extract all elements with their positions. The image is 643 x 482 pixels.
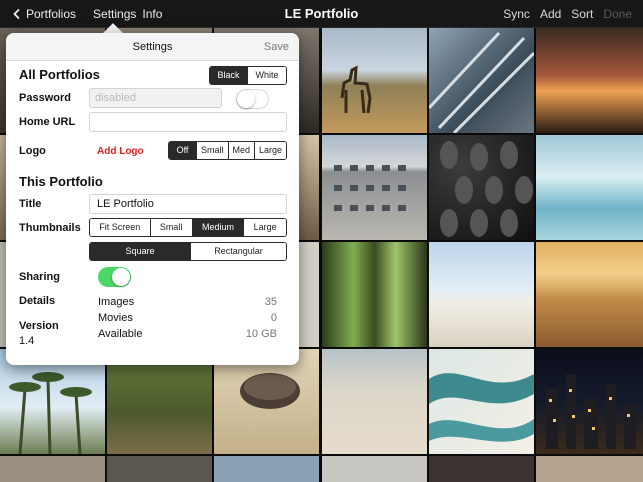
thumb-shape-option-square[interactable]: Square [90,243,190,260]
photo-thumbnail[interactable] [536,135,643,240]
thumb-size-option-small[interactable]: Small [149,219,192,236]
this-portfolio-heading: This Portfolio [19,174,103,189]
photo-thumbnail[interactable] [214,456,319,482]
details-movies-value: 0 [270,312,277,324]
photo-thumbnail[interactable] [429,135,534,240]
logo-size-option-med[interactable]: Med [227,142,254,159]
done-button: Done [603,7,632,21]
photo-thumbnail[interactable] [536,242,643,347]
photo-thumbnail[interactable] [429,242,534,347]
title-label: Title [19,198,42,210]
thumbnail-shape-segmented-control: Square Rectangular [89,242,287,261]
logo-size-option-large[interactable]: Large [254,142,286,159]
details-images-label: Images [98,296,135,308]
toggle-knob [237,90,255,108]
logo-size-option-small[interactable]: Small [196,142,228,159]
info-button[interactable]: Info [142,7,162,21]
building-windows [334,165,406,211]
photo-thumbnail[interactable] [322,135,427,240]
llama-silhouette [340,65,372,114]
details-label: Details [19,295,56,307]
photo-thumbnail[interactable] [536,456,643,482]
thumb-size-option-large[interactable]: Large [243,219,286,236]
settings-popover: Settings Save All Portfolios Black White… [6,33,299,365]
sharing-toggle[interactable] [98,267,131,287]
password-field[interactable]: disabled [89,88,222,108]
sync-button[interactable]: Sync [503,7,530,21]
sort-button[interactable]: Sort [571,7,593,21]
photo-thumbnail[interactable] [322,456,427,482]
details-available-label: Available [98,328,143,340]
theme-option-white[interactable]: White [247,67,286,84]
photo-thumbnail[interactable] [0,456,105,482]
theme-segmented-control: Black White [209,66,287,85]
dark-shapes [440,141,533,237]
title-field[interactable]: LE Portfolio [89,194,287,214]
settings-button[interactable]: Settings [93,7,136,21]
version-value: 1.4 [19,335,35,347]
top-nav-bar: Portfolios Settings Info LE Portfolio Sy… [0,0,643,28]
save-button[interactable]: Save [264,33,289,61]
popover-header: Settings Save [6,33,299,61]
dune-pools [429,373,534,442]
version-label: Version [19,320,59,332]
logo-size-option-off[interactable]: Off [169,142,196,159]
photo-thumbnail[interactable] [429,456,534,482]
portfolios-back-button[interactable]: Portfolios [26,7,76,21]
password-toggle[interactable] [236,89,269,109]
thumbnail-size-segmented-control: Fit Screen Small Medium Large [89,218,287,237]
details-available-value: 10 GB [245,328,277,340]
photo-thumbnail[interactable] [536,28,643,133]
thumb-size-option-medium[interactable]: Medium [191,219,244,236]
add-logo-button[interactable]: Add Logo [97,146,144,157]
logo-label: Logo [19,145,46,157]
chevron-left-icon[interactable] [11,8,23,20]
all-portfolios-heading: All Portfolios [19,67,100,82]
photo-thumbnail[interactable] [322,349,427,454]
details-movies-label: Movies [98,312,133,324]
photo-thumbnail[interactable] [322,242,427,347]
popover-title: Settings [132,41,173,53]
home-url-label: Home URL [19,116,76,128]
thumb-shape-option-rectangular[interactable]: Rectangular [190,243,286,260]
thumbnails-label: Thumbnails [19,222,81,234]
title-value: LE Portfolio [97,198,154,210]
highway-lines [429,31,534,133]
details-images-value: 35 [264,296,277,308]
theme-option-black[interactable]: Black [210,67,247,84]
home-url-field[interactable] [89,112,287,132]
password-label: Password [19,92,71,104]
photo-thumbnail[interactable] [429,28,534,133]
toggle-knob [112,268,130,286]
sharing-label: Sharing [19,271,60,283]
photo-thumbnail[interactable] [429,349,534,454]
add-button[interactable]: Add [540,7,561,21]
photo-thumbnail[interactable] [536,349,643,454]
photo-thumbnail[interactable] [107,456,212,482]
logo-size-segmented-control: Off Small Med Large [168,141,287,160]
photo-thumbnail[interactable] [322,28,427,133]
password-placeholder: disabled [95,92,136,104]
city-night [546,374,636,449]
thumb-size-option-fit-screen[interactable]: Fit Screen [90,219,150,236]
